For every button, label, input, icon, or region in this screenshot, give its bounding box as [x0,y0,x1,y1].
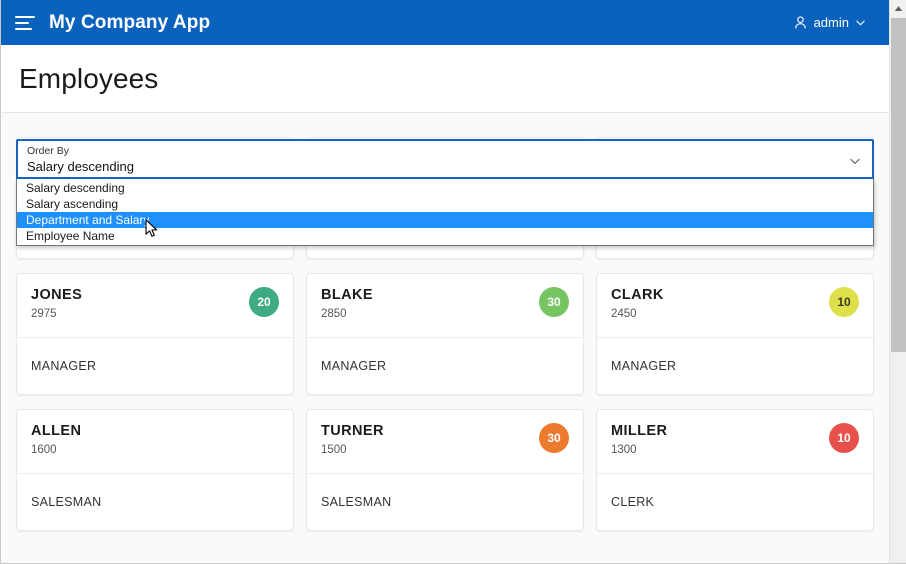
employee-name: MILLER [611,423,668,439]
order-by-label: Order By [27,145,70,157]
user-avatar-icon [793,15,808,30]
employee-card-header: MILLER 1300 10 [597,410,873,474]
order-by-selected-value: Salary descending [27,159,134,174]
employee-card-header: ALLEN 1600 30 [17,410,293,474]
chevron-down-icon [855,17,866,28]
hamburger-line-3 [15,27,32,30]
employee-card[interactable]: ALLEN 1600 30 SALESMAN [16,409,294,531]
employee-card[interactable]: BLAKE 2850 30 MANAGER [306,273,584,395]
department-badge: 10 [829,287,859,317]
employee-salary: 1600 [31,444,57,456]
employee-card[interactable]: MILLER 1300 10 CLERK [596,409,874,531]
hamburger-line-1 [15,15,35,18]
employee-card[interactable]: JONES 2975 20 MANAGER [16,273,294,395]
employee-card[interactable]: TURNER 1500 30 SALESMAN [306,409,584,531]
employee-name: ALLEN [31,423,82,439]
page-heading-bar: Employees [2,45,890,113]
app-title: My Company App [49,11,211,33]
app-window: My Company App admin Employees PRESIDENT… [0,0,906,564]
hamburger-menu-icon[interactable] [15,15,35,30]
user-name-label: admin [813,15,849,30]
employee-job-title: MANAGER [321,359,387,373]
vertical-scrollbar[interactable] [889,0,906,563]
department-badge: 10 [829,423,859,453]
scroll-up-arrow-icon[interactable] [890,0,906,17]
order-by-control: Order By Salary descending Salary descen… [16,139,874,246]
employee-salary: 1300 [611,444,637,456]
employee-name: BLAKE [321,287,373,303]
department-badge: 30 [539,287,569,317]
employee-card-header: TURNER 1500 30 [307,410,583,474]
scrollbar-track[interactable] [890,352,906,563]
scrollbar-thumb[interactable] [891,18,906,352]
hamburger-line-2 [15,21,29,24]
employee-name: TURNER [321,423,384,439]
employee-job-title: SALESMAN [31,495,102,509]
employee-job-title: SALESMAN [321,495,392,509]
order-by-option[interactable]: Employee Name [17,228,873,244]
chevron-down-icon[interactable] [849,154,861,166]
employee-salary: 1500 [321,444,347,456]
app-header-bar: My Company App admin [1,0,890,45]
order-by-option[interactable]: Department and Salary [17,212,873,228]
employee-card-header: JONES 2975 20 [17,274,293,338]
user-menu-button[interactable]: admin [793,15,874,30]
employee-job-title: MANAGER [611,359,677,373]
order-by-select[interactable]: Order By Salary descending [16,139,874,179]
page-title: Employees [19,62,159,94]
employee-job-title: CLERK [611,495,655,509]
employee-salary: 2450 [611,308,637,320]
order-by-options-list: Salary descending Salary ascending Departm… [16,179,874,246]
employee-card-header: CLARK 2450 10 [597,274,873,338]
employee-card-header: BLAKE 2850 30 [307,274,583,338]
employee-salary: 2850 [321,308,347,320]
employee-salary: 2975 [31,308,57,320]
employee-card[interactable]: CLARK 2450 10 MANAGER [596,273,874,395]
department-badge: 20 [249,287,279,317]
order-by-option[interactable]: Salary descending [17,180,873,196]
order-by-option[interactable]: Salary ascending [17,196,873,212]
employee-job-title: MANAGER [31,359,97,373]
employee-name: JONES [31,287,83,303]
employee-name: CLARK [611,287,664,303]
department-badge: 30 [539,423,569,453]
department-badge: 30 [257,431,271,445]
